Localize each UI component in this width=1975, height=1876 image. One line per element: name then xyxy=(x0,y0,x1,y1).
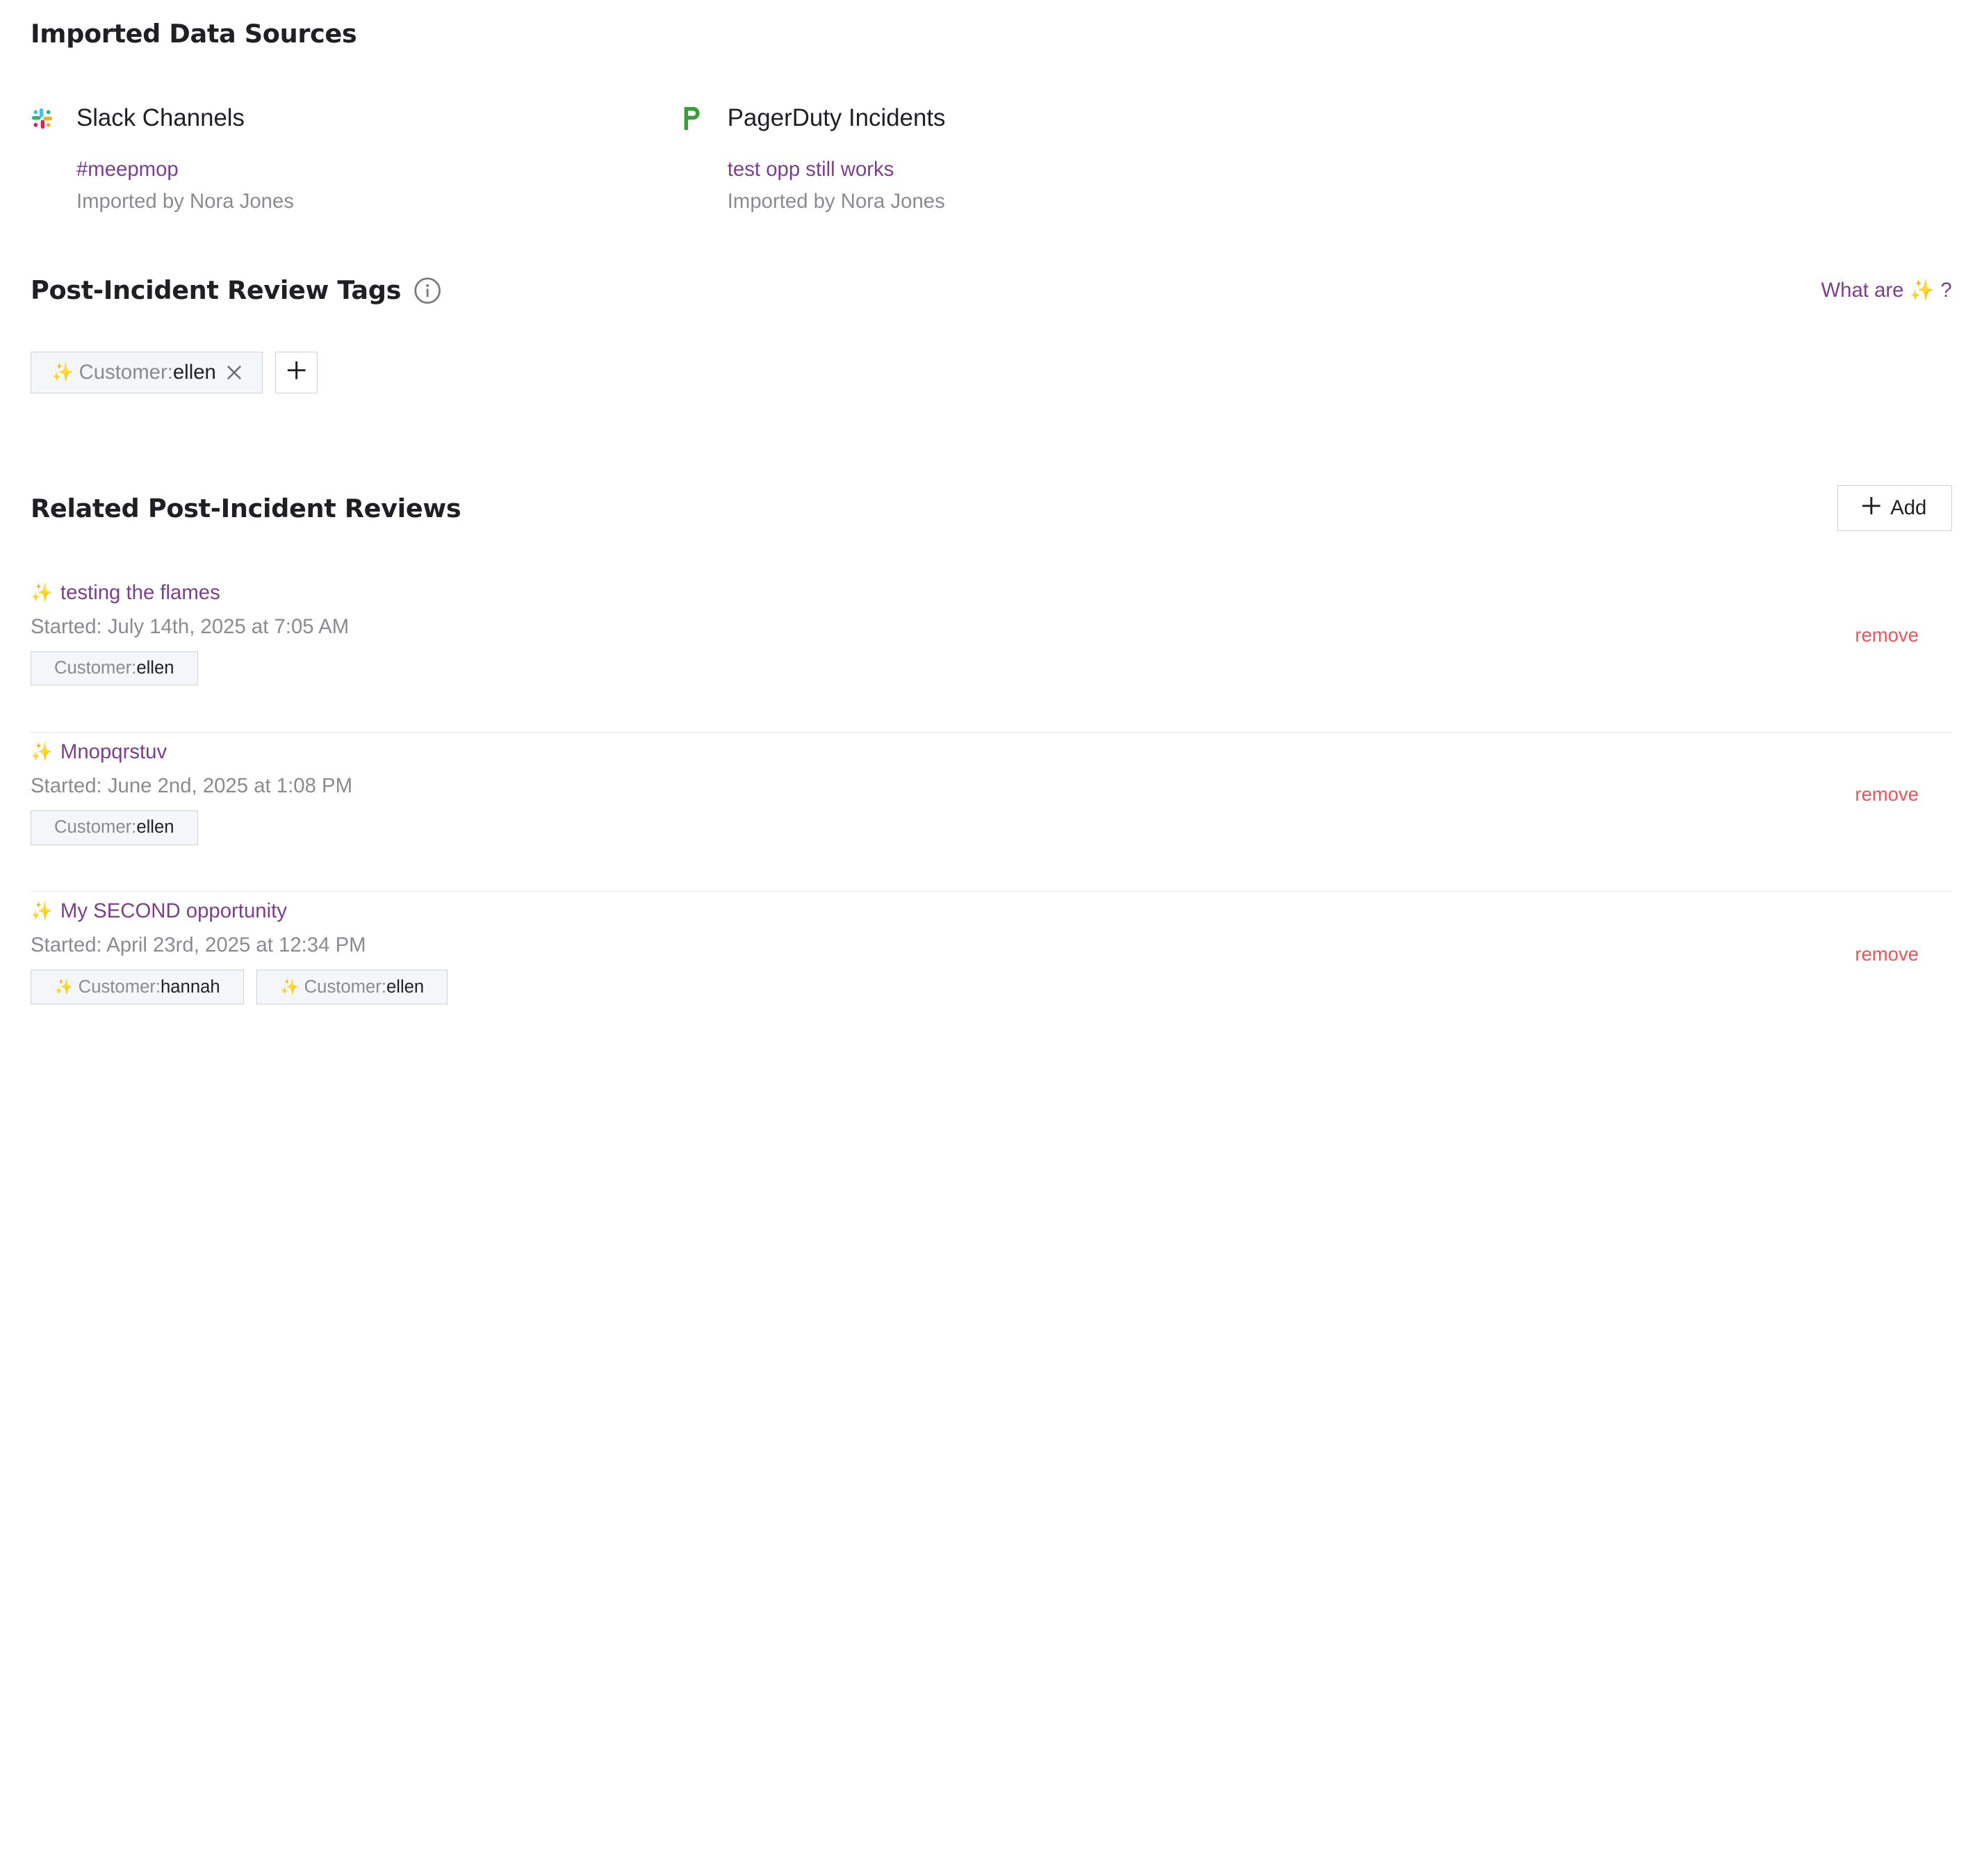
review-tag-chip: Customer: ellen xyxy=(30,810,198,845)
imported-by-text: Imported by Nora Jones xyxy=(727,189,945,213)
tags-header: Post-Incident Review Tags What are ✨ ? xyxy=(31,270,1952,311)
review-tag-chip: ✨ Customer: ellen xyxy=(256,970,448,1004)
sources-list: Slack Channels #meepmop Imported by Nora… xyxy=(31,102,1333,217)
tag-value: ellen xyxy=(136,817,174,838)
add-tag-button[interactable] xyxy=(275,351,318,394)
sparkle-icon: ✨ xyxy=(30,582,53,603)
source-pagerduty: PagerDuty Incidents test opp still works… xyxy=(682,102,1333,217)
pagerduty-icon xyxy=(682,106,728,131)
review-tags: Customer: ellen xyxy=(30,810,1952,845)
sparkle-icon: ✨ xyxy=(30,742,53,762)
review-tags: Customer: ellen xyxy=(30,651,1952,686)
what-are-text: What are xyxy=(1821,278,1904,302)
review-tag-chip: Customer: ellen xyxy=(30,651,198,686)
source-slack: Slack Channels #meepmop Imported by Nora… xyxy=(31,102,682,217)
source-name: PagerDuty Incidents xyxy=(727,104,946,132)
review-title-link[interactable]: ✨ Mnopqrstuv xyxy=(31,740,1952,764)
sparkle-icon: ✨ xyxy=(51,363,74,383)
imported-data-sources-title: Imported Data Sources xyxy=(30,19,357,49)
tag-key: Customer: xyxy=(79,361,173,384)
tag-key: Customer: xyxy=(54,658,137,678)
remove-review-link[interactable]: remove xyxy=(1855,943,1919,965)
review-item: ✨ My SECOND opportunity Started: April 2… xyxy=(30,892,1952,1051)
sparkle-icon: ✨ xyxy=(54,978,74,995)
review-title-link[interactable]: ✨ testing the flames xyxy=(31,581,1952,605)
tag-key: Customer: xyxy=(304,977,386,997)
tag-key: Customer: xyxy=(78,977,161,997)
imported-by-text: Imported by Nora Jones xyxy=(76,189,294,213)
source-name: Slack Channels xyxy=(76,104,245,132)
slack-icon xyxy=(31,107,76,130)
related-header: Related Post-Incident Reviews Add xyxy=(30,485,1952,532)
tag-chip: ✨ Customer: ellen xyxy=(30,351,263,394)
review-title: testing the flames xyxy=(60,580,220,604)
plus-icon xyxy=(1862,496,1890,520)
review-started: Started: July 14th, 2025 at 7:05 AM xyxy=(30,614,350,638)
review-tag-chip: ✨ Customer: hannah xyxy=(30,970,244,1004)
tag-value: ellen xyxy=(172,361,216,384)
sparkle-icon: ✨ xyxy=(30,902,53,922)
add-button-label: Add xyxy=(1890,496,1927,520)
review-tags: ✨ Customer: hannah ✨ Customer: ellen xyxy=(30,970,1952,1004)
what-are-sparkles-link[interactable]: What are ✨ ? xyxy=(1821,279,1951,302)
review-started: Started: April 23rd, 2025 at 12:34 PM xyxy=(30,933,366,956)
sparkle-icon: ✨ xyxy=(1909,278,1935,302)
review-item: ✨ testing the flames Started: July 14th,… xyxy=(30,573,1952,733)
review-started: Started: June 2nd, 2025 at 1:08 PM xyxy=(30,774,353,797)
tag-list: ✨ Customer: ellen xyxy=(30,351,318,394)
question-mark: ? xyxy=(1940,278,1952,302)
slack-channel-link[interactable]: #meepmop xyxy=(76,156,682,183)
tag-value: hannah xyxy=(161,977,220,997)
close-icon[interactable] xyxy=(227,365,242,380)
related-reviews-title: Related Post-Incident Reviews xyxy=(30,493,461,523)
info-icon[interactable] xyxy=(413,277,441,304)
sparkle-icon: ✨ xyxy=(279,978,300,995)
remove-review-link[interactable]: remove xyxy=(1855,783,1919,806)
tag-value: ellen xyxy=(386,977,425,997)
review-title: My SECOND opportunity xyxy=(60,899,287,923)
review-title: Mnopqrstuv xyxy=(60,740,167,764)
remove-review-link[interactable]: remove xyxy=(1855,624,1919,646)
plus-icon xyxy=(286,360,306,386)
pagerduty-incident-link[interactable]: test opp still works xyxy=(728,156,1333,183)
tags-title: Post-Incident Review Tags xyxy=(30,275,402,306)
review-item: ✨ Mnopqrstuv Started: June 2nd, 2025 at … xyxy=(30,733,1952,892)
review-title-link[interactable]: ✨ My SECOND opportunity xyxy=(31,899,1952,923)
tag-key: Customer: xyxy=(54,817,137,838)
add-review-button[interactable]: Add xyxy=(1837,485,1952,532)
page-root: Imported Data Sources Slack Channels #me… xyxy=(0,0,1975,1023)
reviews-list: ✨ testing the flames Started: July 14th,… xyxy=(30,573,1952,1051)
tag-value: ellen xyxy=(136,658,174,678)
